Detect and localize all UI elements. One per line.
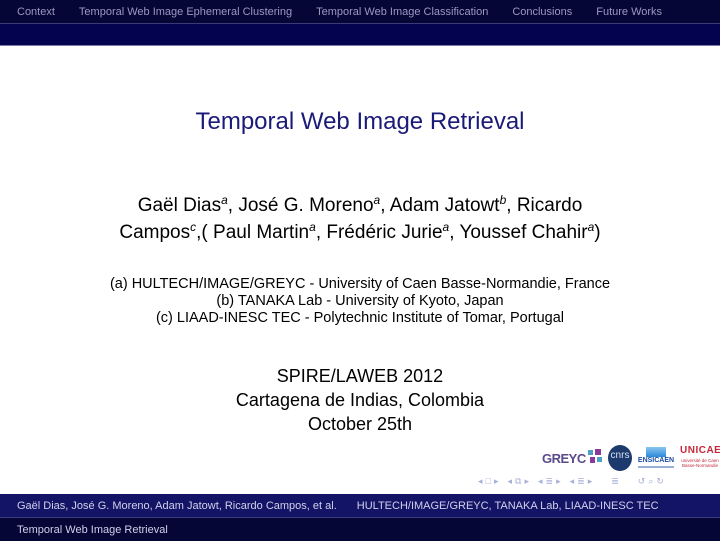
author-separator: ,( [196,222,214,243]
author-separator: ) [594,222,601,243]
footer-title: Temporal Web Image Retrieval [17,523,168,536]
unicaen-logo-subtext: université de Caen Basse-Normandie [680,458,720,468]
institution-logos: GREYC cnrs ENSICAEN UNICAEN université d… [540,445,720,473]
affiliation-list: (a) HULTECH/IMAGE/GREYC - University of … [0,276,720,327]
subsection-bar [0,24,720,46]
affiliation-c: (c) LIAAD-INESC TEC - Polytechnic Instit… [155,310,565,326]
footer-authors: Gaël Dias, José G. Moreno, Adam Jatowt, … [17,499,337,512]
author-list: Gaël Diasa, José G. Morenoa, Adam Jatowt… [0,192,720,246]
venue-date: October 25th [307,414,413,434]
cnrs-logo: cnrs [608,445,632,471]
affiliation-marker: a [309,220,316,234]
search-icon[interactable]: ⌕ [648,476,653,487]
nav-section-ephemeral-clustering[interactable]: Temporal Web Image Ephemeral Clustering [79,6,292,18]
beamer-navigation-controls: ◂ □ ▸ ◂ ⧉ ▸ ◂ ≣ ▸ ◂ ≣ ▸ ≣ ↺ ⌕ ↻ [478,474,667,488]
footer-title-bar: Temporal Web Image Retrieval [0,518,720,541]
unicaen-logo: UNICAEN université de Caen Basse-Normand… [680,445,720,471]
author-name: Paul Martin [213,222,310,243]
ensicaen-logo: ENSICAEN [636,445,676,471]
redo-icon[interactable]: ↻ [656,476,664,487]
author-separator: , [315,222,327,243]
next-frame-icon[interactable]: ▸ [524,476,529,487]
author-separator: , [227,195,239,216]
prev-slide-icon[interactable]: ◂ [478,476,483,487]
undo-icon[interactable]: ↺ [638,476,646,487]
ensicaen-logo-mark-icon [646,447,666,457]
prev-frame-icon[interactable]: ◂ [508,476,513,487]
prev-section-icon[interactable]: ◂ [570,476,575,487]
affiliation-b: (b) TANAKA Lab - University of Kyoto, Ja… [216,293,504,309]
author-name: José G. Moreno [238,195,374,216]
author-name: Gaël Dias [137,195,222,216]
unicaen-logo-text: UNICAEN [680,445,720,456]
next-slide-icon[interactable]: ▸ [494,476,499,487]
author-name: Adam Jatowt [389,195,500,216]
next-subsection-icon[interactable]: ▸ [556,476,561,487]
venue-location: Cartagena de Indias, Colombia [235,390,485,410]
section-icon[interactable]: ≣ [577,476,585,487]
author-name-last: Campos [119,222,191,243]
author-line-1: Gaël Diasa, José G. Morenoa, Adam Jatowt… [0,192,720,219]
author-name-first: Ricardo [516,195,583,216]
venue-event: SPIRE/LAWEB 2012 [276,366,444,386]
section-navigation-bar: Context Temporal Web Image Ephemeral Clu… [0,0,720,24]
footer-institutions: HULTECH/IMAGE/GREYC, TANAKA Lab, LIAAD-I… [356,499,659,512]
document-icon[interactable]: ≣ [611,476,619,487]
prev-subsection-icon[interactable]: ◂ [538,476,543,487]
greyc-logo-mark-icon [588,449,602,463]
author-name: Youssef Chahir [459,222,588,243]
nav-section-classification[interactable]: Temporal Web Image Classification [316,6,488,18]
affiliation-marker: a [221,193,228,207]
nav-section-context[interactable]: Context [17,6,55,18]
author-name: Frédéric Jurie [326,222,443,243]
author-separator: , [449,222,460,243]
slide-icon[interactable]: □ [486,476,491,486]
author-separator: , [380,195,390,216]
subsection-icon[interactable]: ≣ [546,476,554,487]
venue-info: SPIRE/LAWEB 2012 Cartagena de Indias, Co… [0,364,720,436]
unicaen-subtext-line-2: Basse-Normandie [681,463,718,468]
author-separator: , [506,195,517,216]
author-line-2: Camposc,( Paul Martina, Frédéric Juriea,… [0,219,720,246]
ensicaen-logo-text: ENSICAEN [637,457,675,464]
ensicaen-logo-subline [638,466,674,468]
nav-section-conclusions[interactable]: Conclusions [512,6,572,18]
greyc-logo: GREYC [542,451,586,466]
slide-title: Temporal Web Image Retrieval [195,108,525,135]
affiliation-a: (a) HULTECH/IMAGE/GREYC - University of … [109,276,611,292]
next-section-icon[interactable]: ▸ [588,476,593,487]
frame-icon[interactable]: ⧉ [515,476,521,487]
nav-section-future-works[interactable]: Future Works [596,6,662,18]
footer-info-bar: Gaël Dias, José G. Moreno, Adam Jatowt, … [0,494,720,518]
